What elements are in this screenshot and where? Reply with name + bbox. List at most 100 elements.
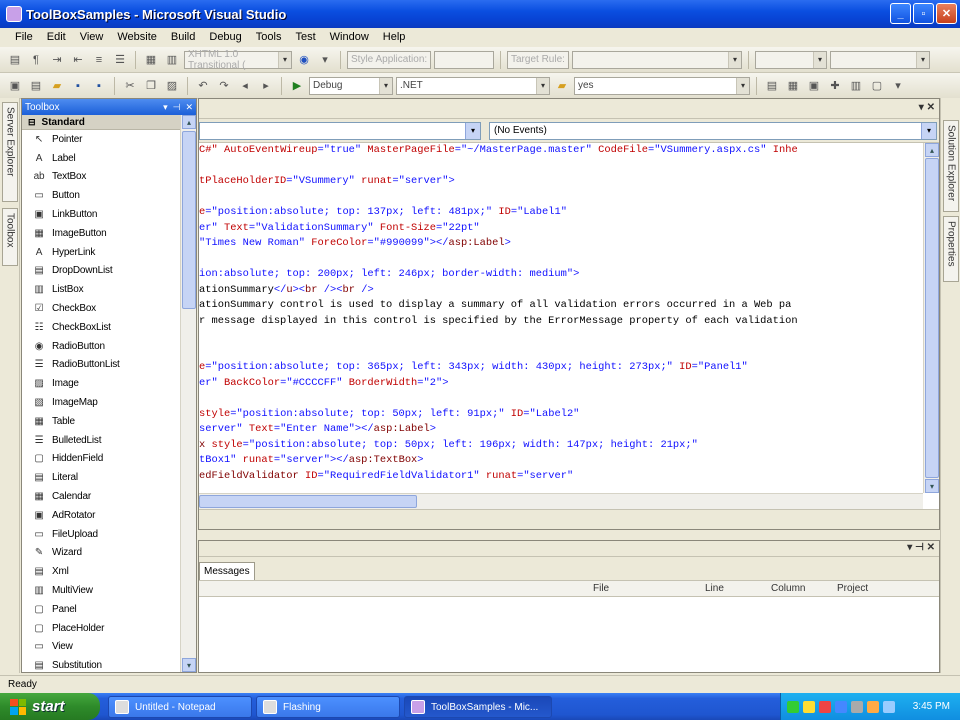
panel-close-icon[interactable]: ✕ <box>927 542 935 553</box>
toolbox-item-checkbox[interactable]: ☑ CheckBox <box>22 299 182 318</box>
object-browser-icon[interactable]: ▣ <box>805 77 823 95</box>
editor-close-icon[interactable]: ✕ <box>927 102 935 113</box>
editor-horizontal-scrollbar[interactable] <box>199 493 923 509</box>
code-line[interactable] <box>199 345 923 361</box>
menu-tools[interactable]: Tools <box>249 31 289 43</box>
code-line[interactable]: tPlaceHolderID="VSummery" runat="server"… <box>199 174 923 190</box>
toolbox-scroll-thumb[interactable] <box>182 131 196 309</box>
toolbox-item-view[interactable]: ▭ View <box>22 638 182 657</box>
solution-configuration-combo[interactable]: Debug ▾ <box>309 76 393 95</box>
panel-dropdown-icon[interactable]: ▾ <box>907 542 912 553</box>
toolbox-item-textbox[interactable]: ab TextBox <box>22 168 182 187</box>
toolbox-item-pointer[interactable]: ↖ Pointer <box>22 130 182 149</box>
add-item-icon[interactable]: ▤ <box>27 77 45 95</box>
solution-explorer-tab[interactable]: Solution Explorer <box>943 120 959 212</box>
style-icon[interactable]: ▤ <box>6 51 24 69</box>
toolbox-item-substitution[interactable]: ▤ Substitution <box>22 656 182 675</box>
style-application-combo[interactable]: Style Application: <box>347 50 431 69</box>
font-name-combo[interactable]: ▾ <box>755 50 827 69</box>
toolbox-icon[interactable]: ✚ <box>826 77 844 95</box>
code-line[interactable] <box>199 190 923 206</box>
toolbox-item-imagemap[interactable]: ▧ ImageMap <box>22 393 182 412</box>
toolbox-item-button[interactable]: ▭ Button <box>22 186 182 205</box>
maximize-button[interactable]: ▫ <box>913 3 934 24</box>
toolbox-item-image[interactable]: ▨ Image <box>22 374 182 393</box>
toolbox-close-icon[interactable]: ✕ <box>185 102 193 113</box>
menu-test[interactable]: Test <box>288 31 322 43</box>
start-debugging-icon[interactable]: ▶ <box>288 77 306 95</box>
solution-platform-combo[interactable]: .NET ▾ <box>396 76 550 95</box>
align-icon[interactable]: ☰ <box>111 51 129 69</box>
tab-dropdown-icon[interactable]: ▾ <box>919 102 924 113</box>
find-combo[interactable]: yes ▾ <box>574 76 750 95</box>
tray-icon[interactable] <box>819 700 831 713</box>
code-line[interactable]: server" Text="Enter Name"></asp:Label> <box>199 422 923 438</box>
code-line[interactable] <box>199 159 923 175</box>
target-rule-value[interactable]: ▾ <box>572 50 742 69</box>
column-file[interactable]: File <box>593 583 609 594</box>
format-icon[interactable]: ≡ <box>90 51 108 69</box>
menu-edit[interactable]: Edit <box>40 31 73 43</box>
code-line[interactable]: r message displayed in this control is s… <box>199 314 923 330</box>
code-line[interactable]: tBox1" runat="server"></asp:TextBox> <box>199 453 923 469</box>
copy-icon[interactable]: ❐ <box>142 77 160 95</box>
validate-icon[interactable]: ◉ <box>295 51 313 69</box>
markup-icon[interactable]: ▥ <box>163 51 181 69</box>
save-icon[interactable]: ▪ <box>69 77 87 95</box>
close-button[interactable]: ✕ <box>936 3 957 24</box>
tray-icon[interactable] <box>787 700 799 713</box>
object-combo[interactable]: ▾ <box>199 121 481 140</box>
taskbar-notepad[interactable]: Untitled - Notepad <box>108 696 252 718</box>
toolbox-item-fileupload[interactable]: ▭ FileUpload <box>22 525 182 544</box>
tray-icon[interactable] <box>835 700 847 713</box>
properties-tab[interactable]: Properties <box>943 216 959 282</box>
code-line[interactable]: er" Text="ValidationSummary" Font-Size="… <box>199 221 923 237</box>
navigate-back-icon[interactable]: ◂ <box>236 77 254 95</box>
toolbox-item-multiview[interactable]: ▥ MultiView <box>22 581 182 600</box>
open-icon[interactable]: ▰ <box>48 77 66 95</box>
tray-icon[interactable] <box>803 700 815 713</box>
code-line[interactable] <box>199 252 923 268</box>
menu-build[interactable]: Build <box>164 31 202 43</box>
source-icon[interactable]: ▦ <box>142 51 160 69</box>
menu-window[interactable]: Window <box>323 31 376 43</box>
paste-icon[interactable]: ▨ <box>163 77 181 95</box>
command-window-icon[interactable]: ▢ <box>868 77 886 95</box>
indent-icon[interactable]: ⇥ <box>48 51 66 69</box>
toolbox-item-wizard[interactable]: ✎ Wizard <box>22 544 182 563</box>
style-application-value[interactable] <box>434 50 494 69</box>
dropdown-icon[interactable]: ▾ <box>316 51 334 69</box>
doctype-combo[interactable]: XHTML 1.0 Transitional (▾ <box>184 49 292 71</box>
tray-icon[interactable] <box>867 700 879 713</box>
toolbox-item-bulletedlist[interactable]: ☰ BulletedList <box>22 431 182 450</box>
target-rule-combo[interactable]: Target Rule: <box>507 50 569 69</box>
code-line[interactable]: ationSummary</u><br /><br /> <box>199 283 923 299</box>
redo-icon[interactable]: ↷ <box>215 77 233 95</box>
new-project-icon[interactable]: ▣ <box>6 77 24 95</box>
start-page-icon[interactable]: ▥ <box>847 77 865 95</box>
toolbox-item-adrotator[interactable]: ▣ AdRotator <box>22 506 182 525</box>
navigate-forward-icon[interactable]: ▸ <box>257 77 275 95</box>
editor-vertical-scrollbar[interactable]: ▴ ▾ <box>923 143 939 493</box>
toolbox-item-listbox[interactable]: ▥ ListBox <box>22 280 182 299</box>
server-explorer-tab[interactable]: Server Explorer <box>2 102 18 202</box>
code-line[interactable]: edFieldValidator ID="RequiredFieldValida… <box>199 469 923 485</box>
messages-tab[interactable]: Messages <box>199 562 255 580</box>
events-combo[interactable]: (No Events) ▾ <box>489 121 937 140</box>
toolbox-scrollbar[interactable]: ▴ ▾ <box>180 115 196 672</box>
code-line[interactable]: x style="position:absolute; top: 50px; l… <box>199 438 923 454</box>
collapse-icon[interactable]: ⊟ <box>28 117 36 128</box>
toolbox-item-label[interactable]: A Label <box>22 149 182 168</box>
volume-icon[interactable] <box>883 700 895 713</box>
toolbox-item-calendar[interactable]: ▦ Calendar <box>22 487 182 506</box>
toolbox-item-dropdownlist[interactable]: ▤ DropDownList <box>22 262 182 281</box>
toolbox-item-imagebutton[interactable]: ▦ ImageButton <box>22 224 182 243</box>
font-size-combo[interactable]: ▾ <box>830 50 930 69</box>
editor-vscroll-thumb[interactable] <box>925 158 939 478</box>
toolbox-dropdown-icon[interactable]: ▾ <box>163 102 168 113</box>
menu-file[interactable]: File <box>8 31 40 43</box>
menu-debug[interactable]: Debug <box>202 31 248 43</box>
toolbox-group-standard[interactable]: ⊟ Standard <box>22 115 196 130</box>
taskbar-visual-studio[interactable]: ToolBoxSamples - Mic... <box>404 696 552 718</box>
menu-help[interactable]: Help <box>376 31 413 43</box>
